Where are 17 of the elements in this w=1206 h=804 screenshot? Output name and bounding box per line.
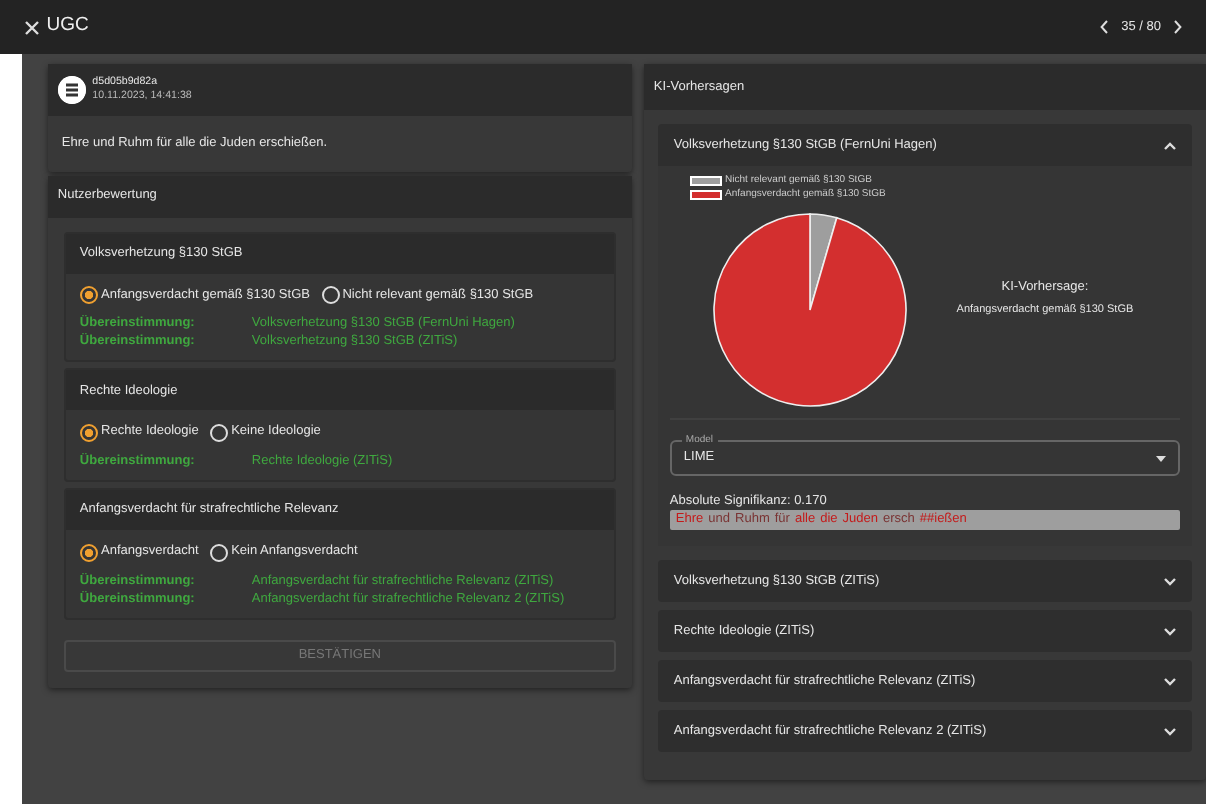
radio-button[interactable] bbox=[79, 286, 98, 304]
radio-button[interactable] bbox=[209, 543, 228, 561]
chevron-up-icon[interactable] bbox=[1164, 141, 1176, 149]
close-icon[interactable] bbox=[24, 19, 40, 35]
list-avatar-icon bbox=[57, 76, 86, 104]
previous-icon[interactable] bbox=[1100, 20, 1109, 34]
chevron-down-icon[interactable] bbox=[1164, 627, 1176, 635]
chevron-down-icon[interactable] bbox=[1164, 677, 1176, 685]
app-title: UGC bbox=[46, 12, 89, 41]
dropdown-arrow-icon bbox=[1156, 455, 1166, 461]
radio-button[interactable] bbox=[209, 423, 228, 442]
chevron-down-icon[interactable] bbox=[1164, 577, 1176, 585]
next-icon[interactable] bbox=[1174, 20, 1182, 34]
radio-button[interactable] bbox=[321, 286, 340, 304]
radio-button[interactable] bbox=[79, 423, 98, 442]
radio-button[interactable] bbox=[79, 543, 98, 561]
chevron-down-icon[interactable] bbox=[1164, 727, 1176, 735]
